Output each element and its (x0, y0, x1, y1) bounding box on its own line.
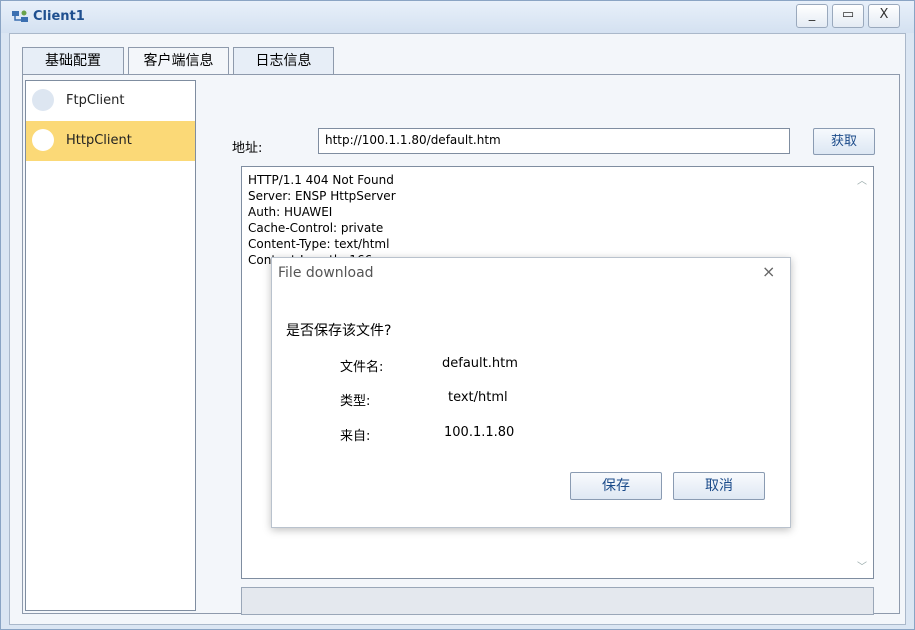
dialog-title: File download (278, 265, 374, 281)
file-download-dialog: File download × 是否保存该文件? 文件名: default.ht… (271, 257, 791, 528)
close-button[interactable]: X (868, 4, 900, 28)
save-button[interactable]: 保存 (570, 472, 662, 500)
client-window: Client1 _ ▭ X 基础配置 客户端信息 日志信息 FtpClient … (0, 0, 915, 630)
tab-client-info[interactable]: 客户端信息 (128, 47, 229, 75)
client-type-list: FtpClient HttpClient (25, 80, 196, 611)
source-value: 100.1.1.80 (444, 425, 515, 440)
response-line: HTTP/1.1 404 Not Found (248, 173, 394, 187)
response-line: Server: ENSP HttpServer (248, 189, 396, 203)
list-item-label: FtpClient (66, 93, 125, 108)
response-line: Cache-Control: private (248, 221, 384, 235)
scroll-down-arrow-icon[interactable]: ﹀ (857, 558, 867, 573)
list-item-httpclient[interactable]: HttpClient (26, 121, 195, 161)
status-dot-icon (32, 89, 54, 111)
address-label: 地址: (232, 141, 263, 156)
response-line: Auth: HUAWEI (248, 205, 333, 219)
window-title: Client1 (33, 9, 85, 24)
title-bar[interactable]: Client1 _ ▭ X (1, 1, 914, 33)
status-dot-icon (32, 129, 54, 151)
scroll-up-arrow-icon[interactable]: ︿ (857, 172, 867, 187)
filename-label: 文件名: (340, 360, 384, 375)
progress-bar (241, 587, 874, 615)
address-input[interactable]: http://100.1.1.80/default.htm (318, 128, 790, 154)
response-line: Content-Type: text/html (248, 237, 390, 251)
save-question: 是否保存该文件? (286, 323, 392, 339)
type-label: 类型: (340, 394, 371, 409)
network-client-icon (12, 10, 28, 22)
source-label: 来自: (340, 429, 371, 444)
list-item-ftpclient[interactable]: FtpClient (26, 81, 195, 121)
maximize-button[interactable]: ▭ (832, 4, 864, 28)
tab-log-info[interactable]: 日志信息 (233, 47, 334, 75)
fetch-button[interactable]: 获取 (813, 128, 875, 155)
tab-basic-config[interactable]: 基础配置 (22, 47, 124, 75)
cancel-button[interactable]: 取消 (673, 472, 765, 500)
response-text: HTTP/1.1 404 Not Found Server: ENSP Http… (248, 172, 396, 268)
list-item-label: HttpClient (66, 133, 132, 148)
type-value: text/html (448, 390, 508, 405)
dialog-close-icon[interactable]: × (762, 262, 775, 281)
filename-value: default.htm (442, 356, 518, 371)
minimize-button[interactable]: _ (796, 4, 828, 28)
